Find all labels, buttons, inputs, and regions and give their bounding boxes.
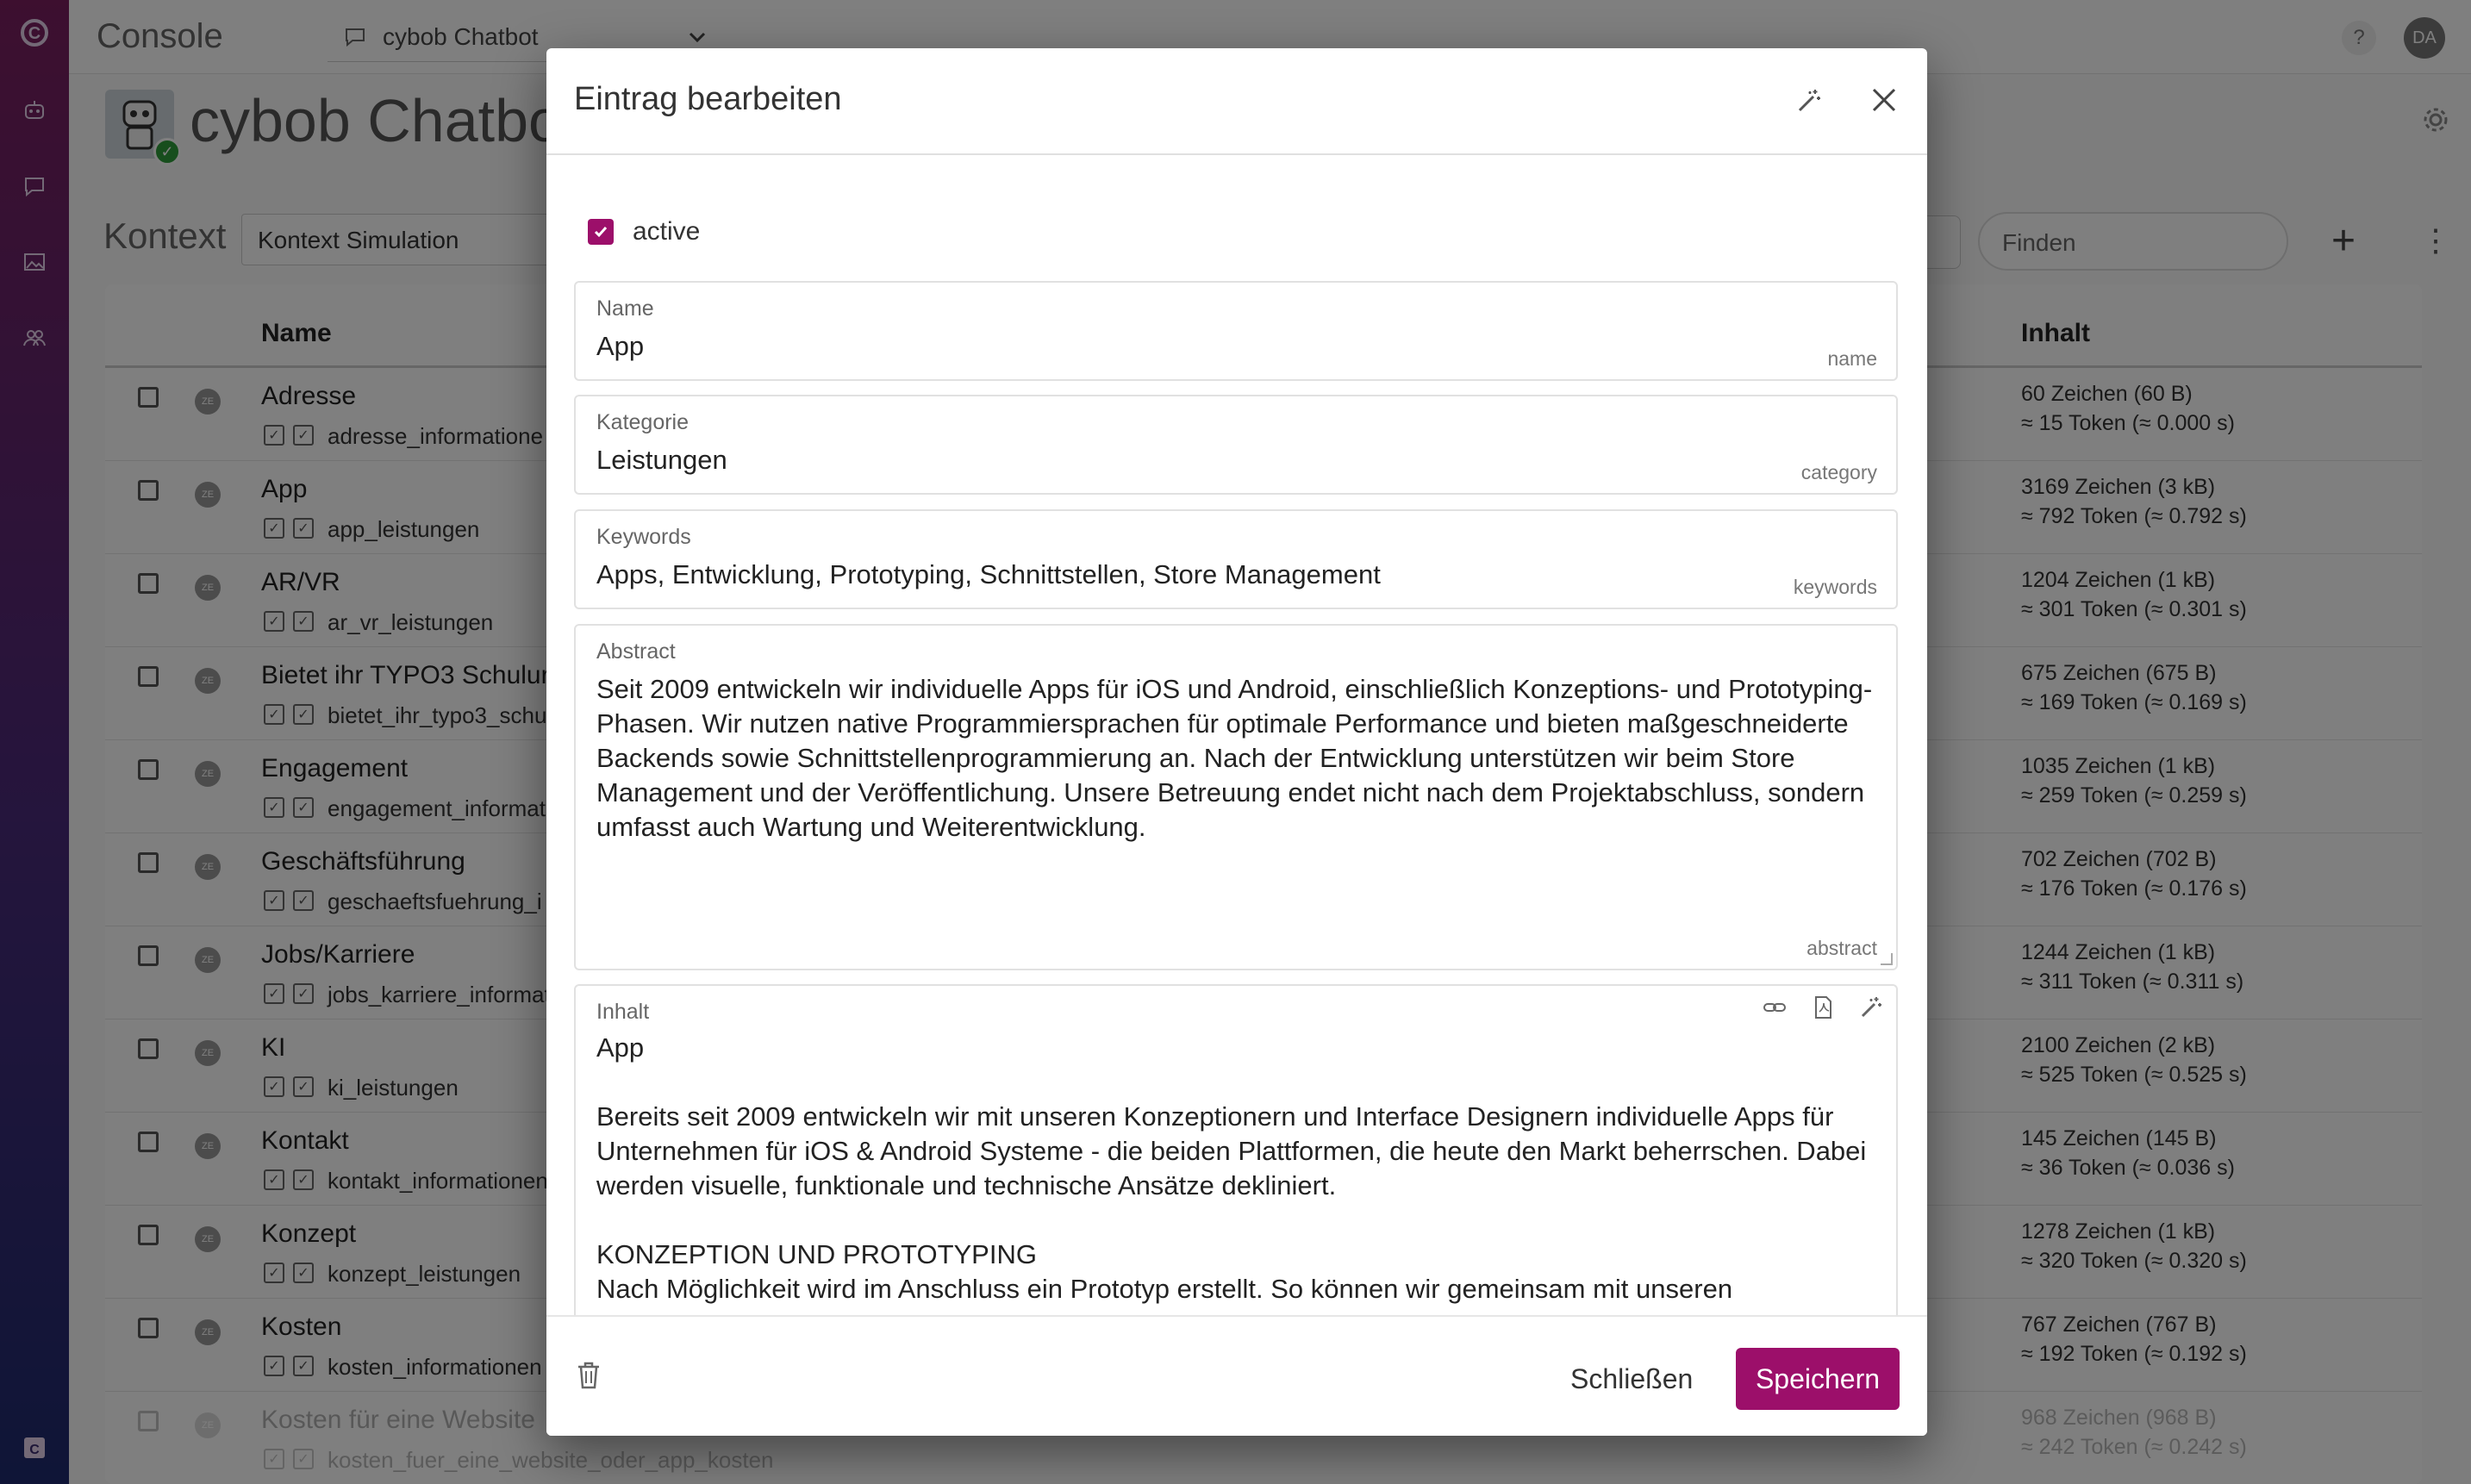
keywords-field-value[interactable]: Apps, Entwicklung, Prototyping, Schnitts… [596,558,1875,592]
inhalt-field[interactable]: Inhalt App Bereits seit 2009 entwickeln … [574,984,1898,1363]
inhalt-field-value[interactable]: App Bereits seit 2009 entwickeln wir mit… [596,1031,1875,1306]
save-button[interactable]: Speichern [1736,1348,1900,1410]
keywords-field-hint: keywords [1793,576,1877,598]
close-button[interactable]: Schließen [1555,1353,1708,1405]
keywords-field-label: Keywords [596,525,691,549]
magic-wand-icon[interactable] [1794,86,1824,115]
resize-handle[interactable] [1881,953,1893,965]
name-field-value[interactable]: App [596,329,1875,364]
dialog-header: Eintrag bearbeiten [546,48,1927,155]
name-field-hint: name [1827,347,1877,370]
edit-entry-dialog: Eintrag bearbeiten active Name App name … [546,48,1927,1436]
abstract-field-hint: abstract [1806,937,1877,959]
inhalt-field-label: Inhalt [596,1000,650,1024]
inhalt-toolbar [1762,995,1884,1020]
abstract-field-value[interactable]: Seit 2009 entwickeln wir individuelle Ap… [596,672,1875,845]
magic-wand-icon[interactable] [1858,995,1884,1020]
abstract-field-label: Abstract [596,639,676,664]
category-field-value[interactable]: Leistungen [596,443,1875,477]
name-field-label: Name [596,296,654,321]
category-field[interactable]: Kategorie Leistungen category [574,395,1898,495]
keywords-field[interactable]: Keywords Apps, Entwicklung, Prototyping,… [574,509,1898,609]
category-field-hint: category [1800,461,1877,483]
pdf-icon[interactable] [1810,995,1836,1020]
dialog-title: Eintrag bearbeiten [574,81,842,117]
active-checkbox[interactable] [588,219,614,245]
abstract-field[interactable]: Abstract Seit 2009 entwickeln wir indivi… [574,624,1898,970]
category-field-label: Kategorie [596,410,690,434]
name-field[interactable]: Name App name [574,281,1898,381]
trash-icon[interactable] [574,1360,603,1391]
close-icon[interactable] [1867,83,1901,117]
active-label: active [633,217,701,246]
link-icon[interactable] [1762,995,1788,1020]
dialog-footer: Schließen Speichern [546,1315,1927,1436]
active-toggle[interactable]: active [588,217,700,246]
